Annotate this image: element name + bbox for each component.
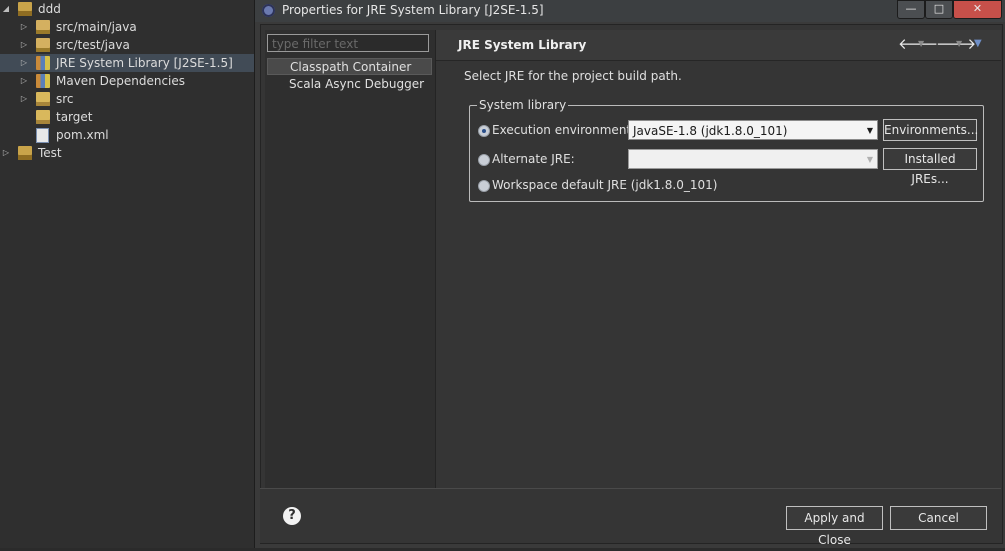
library-icon [36,56,50,70]
tree-item[interactable]: ▷ src/main/java [0,18,254,36]
folder-icon [36,110,50,124]
collapsed-twisty-icon[interactable]: ▷ [1,144,11,162]
help-icon[interactable]: ? [283,507,301,525]
dialog-content-pane: JRE System Library 🡐 ▼ 🡒 ▼ ▼ Select JRE … [436,30,1001,488]
tree-item[interactable]: ▷ Test [0,144,254,162]
dialog-title: Properties for JRE System Library [J2SE-… [282,3,544,17]
tree-item-label: target [56,110,93,124]
tree-item[interactable]: ◢ ddd [0,0,254,18]
xml-file-icon [36,128,49,143]
collapsed-twisty-icon[interactable]: ▷ [19,18,29,36]
workspace-default-jre-radio[interactable] [478,180,490,192]
close-button[interactable]: ✕ [953,0,1002,19]
tree-item-label: src [56,92,74,106]
maximize-button[interactable]: □ [925,0,953,19]
page-title: JRE System Library [458,38,587,52]
view-menu-icon[interactable]: ▼ [974,38,982,49]
workspace-default-jre-label: Workspace default JRE (jdk1.8.0_101) [492,178,718,192]
forward-history-dropdown-icon[interactable]: ▼ [956,39,962,48]
back-history-dropdown-icon[interactable]: ▼ [918,39,924,48]
project-explorer: ◢ ddd ▷ src/main/java ▷ src/test/java ▷ JRE Sys… [0,0,254,548]
group-title: System library [477,98,569,112]
alternate-jre-combo[interactable]: ▼ [628,149,878,169]
tree-item-label: src/test/java [56,38,130,52]
folder-icon [36,92,50,106]
tree-item-label: Maven Dependencies [56,74,186,88]
dialog-titlebar[interactable]: Properties for JRE System Library [J2SE-… [255,0,1005,22]
project-folder-icon [18,146,32,160]
system-library-group: System library Execution environment: Ja… [469,98,984,202]
execution-environment-label: Execution environment: [492,123,636,137]
installed-jres-button[interactable]: Installed JREs... [883,148,977,186]
alternate-jre-radio[interactable] [478,154,490,166]
collapsed-twisty-icon[interactable]: ▷ [19,90,29,108]
dialog-footer: ? Apply and Close Cancel [260,488,1001,547]
collapsed-twisty-icon[interactable]: ▷ [19,36,29,54]
library-icon [36,74,50,88]
chevron-down-icon: ▼ [866,155,873,164]
tree-item-label: ddd [38,2,61,16]
page-description: Select JRE for the project build path. [464,69,682,83]
tree-item-label: Test [38,146,62,160]
execution-environment-combo[interactable]: JavaSE-1.8 (jdk1.8.0_101) ▼ [628,120,878,140]
dialog-nav-pane: type filter text Classpath Container Sca… [265,30,436,488]
tree-item[interactable]: ▷ Maven Dependencies [0,72,254,90]
execution-environment-value: JavaSE-1.8 (jdk1.8.0_101) [633,124,788,138]
tree-item[interactable]: ▷ src/test/java [0,36,254,54]
chevron-down-icon: ▼ [866,126,873,135]
tree-item[interactable]: target [0,108,254,126]
cancel-button[interactable]: Cancel [890,506,987,530]
filter-input[interactable]: type filter text [267,34,429,52]
nav-item-scala-async-debugger[interactable]: Scala Async Debugger [267,76,432,93]
apply-and-close-button[interactable]: Apply and Close [786,506,883,547]
page-header: JRE System Library 🡐 ▼ 🡒 ▼ ▼ [436,30,1001,61]
tree-item-label: JRE System Library [J2SE-1.5] [56,56,233,70]
nav-item-classpath-container[interactable]: Classpath Container [267,58,432,75]
alternate-jre-label: Alternate JRE: [492,152,575,166]
collapsed-twisty-icon[interactable]: ▷ [19,72,29,90]
environments-button[interactable]: Environments... [883,119,978,141]
collapsed-twisty-icon[interactable]: ▷ [19,54,29,72]
tree-item-label: pom.xml [56,128,109,142]
tree-item[interactable]: pom.xml [0,126,254,144]
tree-item[interactable]: ▷ src [0,90,254,108]
eclipse-icon [262,4,275,17]
expanded-twisty-icon[interactable]: ◢ [1,0,11,18]
package-folder-icon [36,20,50,34]
tree-item[interactable]: ▷ JRE System Library [J2SE-1.5] [0,54,254,72]
minimize-button[interactable]: — [897,0,925,19]
package-folder-icon [36,38,50,52]
tree-item-label: src/main/java [56,20,137,34]
project-folder-icon [18,2,32,16]
execution-environment-radio[interactable] [478,125,490,137]
properties-dialog: Properties for JRE System Library [J2SE-… [254,0,1005,548]
